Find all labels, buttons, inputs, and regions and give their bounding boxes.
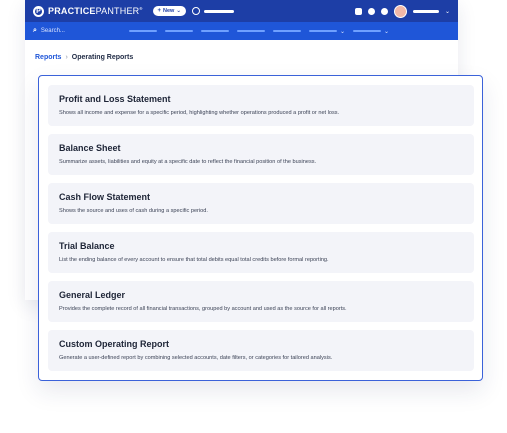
report-card-balance-sheet[interactable]: Balance Sheet Summarize assets, liabilit… [48,134,474,175]
report-card-profit-and-loss[interactable]: Profit and Loss Statement Shows all inco… [48,85,474,126]
report-description: Shows the source and uses of cash during… [59,208,208,214]
mail-icon[interactable] [354,7,362,15]
chevron-down-icon: ⌄ [176,8,181,14]
nav-item[interactable] [200,30,229,32]
report-description: List the ending balance of every account… [59,257,329,263]
chevron-down-icon[interactable]: ⌄ [340,28,345,35]
logo-registered: ® [139,6,143,11]
logo-text: PRACTICEPANTHER® [48,6,143,16]
chevron-down-icon[interactable]: ⌄ [445,8,450,15]
help-icon[interactable] [380,7,388,15]
top-navigation-bar: P PRACTICEPANTHER® + New ⌄ ⌄ [25,0,458,22]
nav-item[interactable] [272,30,301,32]
new-button-label: New [163,8,175,14]
nav-item[interactable] [164,30,193,32]
timer-display [203,9,234,13]
report-card-custom-operating[interactable]: Custom Operating Report Generate a user-… [48,330,474,371]
nav-item[interactable] [128,30,157,32]
report-title: Trial Balance [59,241,115,251]
logo-mark-icon: P [33,5,44,17]
avatar[interactable] [393,4,407,18]
practicepanther-logo[interactable]: P PRACTICEPANTHER® [33,5,143,17]
user-name-placeholder[interactable] [412,9,439,13]
logo-text-bold: PRACTICE [48,6,96,16]
logo-text-light: PANTHER [95,6,140,16]
search-icon: ⌕ [33,27,37,34]
breadcrumb-reports-link[interactable]: Reports [35,54,61,61]
report-description: Shows all income and expense for a speci… [59,110,340,116]
search-bar: ⌕ Search... ⌄ ⌄ [25,22,458,40]
nav-item[interactable] [236,30,265,32]
topbar-actions: ⌄ [354,4,450,18]
report-card-cash-flow[interactable]: Cash Flow Statement Shows the source and… [48,183,474,224]
breadcrumb: Reports › Operating Reports [35,54,133,61]
report-description: Summarize assets, liabilities and equity… [59,159,317,165]
nav-item-dropdown[interactable] [352,30,381,32]
report-title: Cash Flow Statement [59,192,151,202]
timer-icon[interactable] [191,7,200,15]
chevron-down-icon[interactable]: ⌄ [384,28,389,35]
nav-item-dropdown[interactable] [308,30,337,32]
report-title: Profit and Loss Statement [59,94,171,104]
report-card-general-ledger[interactable]: General Ledger Provides the complete rec… [48,281,474,322]
operating-reports-panel: Profit and Loss Statement Shows all inco… [38,75,483,381]
report-description: Generate a user-defined report by combin… [59,355,333,361]
report-description: Provides the complete record of all fina… [59,306,347,312]
report-title: Custom Operating Report [59,339,170,349]
breadcrumb-current: Operating Reports [71,54,134,61]
plus-icon: + [157,8,162,14]
breadcrumb-separator-icon: › [65,54,68,61]
new-button[interactable]: + New ⌄ [152,6,186,16]
report-title: Balance Sheet [59,143,121,153]
settings-icon[interactable] [367,7,375,15]
search-input[interactable]: Search... [41,28,65,34]
report-title: General Ledger [59,290,126,300]
secondary-nav: ⌄ ⌄ [128,28,389,35]
report-card-trial-balance[interactable]: Trial Balance List the ending balance of… [48,232,474,273]
